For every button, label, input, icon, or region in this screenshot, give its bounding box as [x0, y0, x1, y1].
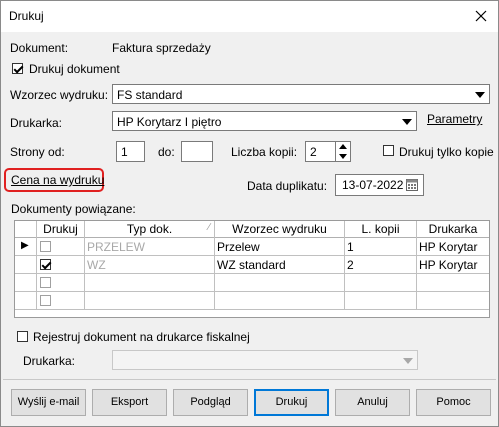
- row-type-cell: [85, 292, 215, 310]
- printer-select[interactable]: HP Korytarz I piętro: [112, 111, 417, 131]
- row-type-cell: WZ: [85, 256, 215, 274]
- row-copies-cell[interactable]: 2: [345, 256, 417, 274]
- calendar-icon[interactable]: [406, 179, 418, 191]
- related-docs-label: Dokumenty powiązane:: [11, 202, 136, 216]
- row-template-cell[interactable]: [215, 274, 345, 292]
- copy-only-label: Drukuj tylko kopie: [399, 145, 494, 159]
- fiscal-register-label: Rejestruj dokument na drukarce fiskalnej: [33, 330, 250, 344]
- copy-only-checkbox[interactable]: [383, 145, 394, 156]
- help-button[interactable]: Pomoc: [416, 389, 491, 416]
- row-printer-cell[interactable]: HP Korytar: [417, 256, 489, 274]
- document-label: Dokument:: [10, 41, 69, 55]
- price-on-print-link[interactable]: Cena na wydruku: [11, 173, 104, 187]
- chevron-down-icon: [403, 358, 413, 364]
- pages-from-label: Strony od:: [10, 145, 65, 159]
- row-template-cell[interactable]: [215, 292, 345, 310]
- row-print-checkbox[interactable]: [40, 259, 51, 270]
- related-docs-table: Drukuj Typ dok. ∕ Wzorzec wydruku L. kop…: [14, 220, 490, 318]
- column-header[interactable]: L. kopii: [345, 221, 417, 238]
- copies-input[interactable]: 2: [305, 141, 336, 162]
- preview-button[interactable]: Podgląd: [173, 389, 248, 416]
- send-email-button[interactable]: Wyślij e-mail: [11, 389, 86, 416]
- pages-to-input[interactable]: [181, 141, 213, 162]
- row-type-cell: [85, 274, 215, 292]
- row-printer-cell[interactable]: HP Korytar: [417, 238, 489, 256]
- template-select[interactable]: FS standard: [112, 84, 490, 104]
- row-type-cell: PRZELEW: [85, 238, 215, 256]
- row-print-checkbox[interactable]: [40, 277, 51, 288]
- fiscal-printer-label: Drukarka:: [23, 354, 76, 368]
- divider: [3, 379, 496, 380]
- chevron-down-icon: [402, 119, 412, 125]
- column-header[interactable]: Drukarka: [417, 221, 489, 238]
- print-dialog: Drukuj Dokument: Faktura sprzedaży Druku…: [0, 0, 499, 427]
- close-icon[interactable]: [471, 6, 491, 26]
- column-header[interactable]: Typ dok. ∕: [85, 221, 215, 238]
- spin-up-icon[interactable]: [339, 144, 347, 149]
- column-header[interactable]: Wzorzec wydruku: [215, 221, 345, 238]
- row-copies-cell[interactable]: [345, 274, 417, 292]
- copies-label: Liczba kopii:: [231, 145, 298, 159]
- fiscal-register-checkbox[interactable]: [17, 331, 28, 342]
- duplicate-date-label: Data duplikatu:: [247, 179, 328, 193]
- print-button[interactable]: Drukuj: [254, 389, 329, 416]
- pages-from-input[interactable]: 1: [116, 141, 145, 162]
- export-button[interactable]: Eksport: [92, 389, 167, 416]
- row-print-checkbox[interactable]: [40, 241, 51, 252]
- fiscal-printer-select[interactable]: [112, 350, 418, 370]
- cancel-button[interactable]: Anuluj: [335, 389, 410, 416]
- spin-down-icon[interactable]: [339, 154, 347, 159]
- row-copies-cell[interactable]: [345, 292, 417, 310]
- parameters-link[interactable]: Parametry: [427, 112, 482, 126]
- print-document-label: Drukuj dokument: [29, 62, 120, 76]
- pages-to-label: do:: [158, 145, 175, 159]
- title-bar: Drukuj: [1, 1, 498, 32]
- column-header[interactable]: Drukuj: [37, 221, 85, 238]
- table-header: Drukuj Typ dok. ∕ Wzorzec wydruku L. kop…: [15, 221, 489, 238]
- row-copies-cell[interactable]: 1: [345, 238, 417, 256]
- duplicate-date-input[interactable]: 13-07-2022: [335, 174, 424, 196]
- row-printer-cell[interactable]: [417, 274, 489, 292]
- row-template-cell[interactable]: Przelew: [215, 238, 345, 256]
- row-marker-icon: ▶: [15, 238, 37, 256]
- sort-icon: ∕: [208, 222, 210, 233]
- printer-label: Drukarka:: [10, 116, 63, 130]
- row-print-checkbox[interactable]: [40, 295, 51, 306]
- document-value: Faktura sprzedaży: [112, 41, 211, 55]
- chevron-down-icon: [475, 92, 485, 98]
- template-label: Wzorzec wydruku:: [10, 88, 109, 102]
- print-document-checkbox[interactable]: [12, 63, 23, 74]
- copies-spinner[interactable]: [335, 141, 351, 162]
- window-title: Drukuj: [9, 9, 44, 23]
- row-printer-cell[interactable]: [417, 292, 489, 310]
- row-template-cell[interactable]: WZ standard: [215, 256, 345, 274]
